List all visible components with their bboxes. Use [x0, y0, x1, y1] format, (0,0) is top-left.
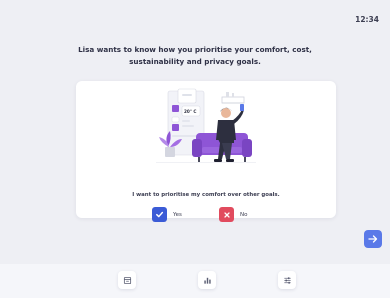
next-button[interactable] — [364, 230, 382, 248]
page-title: Lisa wants to know how you prioritise yo… — [78, 45, 312, 66]
thermostat-reading: 20° C — [184, 109, 196, 114]
nav-dashboard-button[interactable] — [118, 271, 136, 289]
bar-chart-icon — [203, 277, 211, 284]
yes-button[interactable]: Yes — [152, 207, 182, 222]
check-icon — [152, 207, 167, 222]
nav-settings-button[interactable] — [278, 271, 296, 289]
arrow-right-icon — [368, 235, 378, 243]
shelf-decoration — [221, 92, 245, 104]
dashboard-icon — [123, 276, 131, 284]
nav-statistics-button[interactable] — [198, 271, 216, 289]
bottom-navigation-bar — [0, 264, 390, 298]
question-card: 20° C I want to prioritise my comfort ov… — [76, 81, 336, 222]
status-clock: 12:34 — [355, 15, 379, 24]
no-label: No — [240, 211, 248, 218]
person-on-sofa-illustration: 20° C — [156, 88, 256, 163]
close-icon — [219, 207, 234, 222]
sliders-icon — [283, 276, 291, 284]
yes-label: Yes — [173, 211, 182, 218]
question-text: I want to prioritise my comfort over oth… — [132, 192, 280, 198]
no-button[interactable]: No — [219, 207, 247, 222]
